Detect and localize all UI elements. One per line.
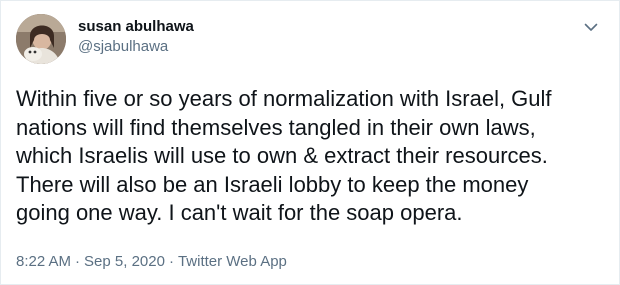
avatar[interactable] — [16, 14, 66, 64]
tweet-timestamp-date[interactable]: Sep 5, 2020 — [84, 253, 165, 270]
chevron-down-icon — [584, 23, 598, 31]
tweet-metadata: 8:22 AM · Sep 5, 2020 · Twitter Web App — [16, 253, 287, 270]
tweet-menu-button[interactable] — [581, 17, 601, 37]
tweet-text-line: There will also be an Israeli lobby to k… — [16, 171, 529, 197]
meta-separator: · — [75, 253, 81, 270]
author-handle[interactable]: @sjabulhawa — [78, 38, 168, 55]
tweet-timestamp-time[interactable]: 8:22 AM — [16, 253, 71, 270]
author-display-name[interactable]: susan abulhawa — [78, 18, 194, 35]
tweet-text-line: Within five or so years of normalization… — [16, 86, 552, 111]
meta-separator: · — [168, 253, 174, 270]
tweet-card: susan abulhawa @sjabulhawa Within five o… — [0, 0, 620, 285]
tweet-text-line: which Israelis will use to own & extract… — [16, 143, 548, 168]
tweet-text: Within five or so years of normalization… — [16, 85, 611, 228]
tweet-text-line: going one way. I can't wait for the soap… — [16, 200, 463, 225]
profile-photo-icon — [16, 14, 66, 64]
tweet-text-line: nations will find themselves tangled in … — [16, 114, 536, 140]
tweet-source-link[interactable]: Twitter Web App — [178, 253, 287, 270]
